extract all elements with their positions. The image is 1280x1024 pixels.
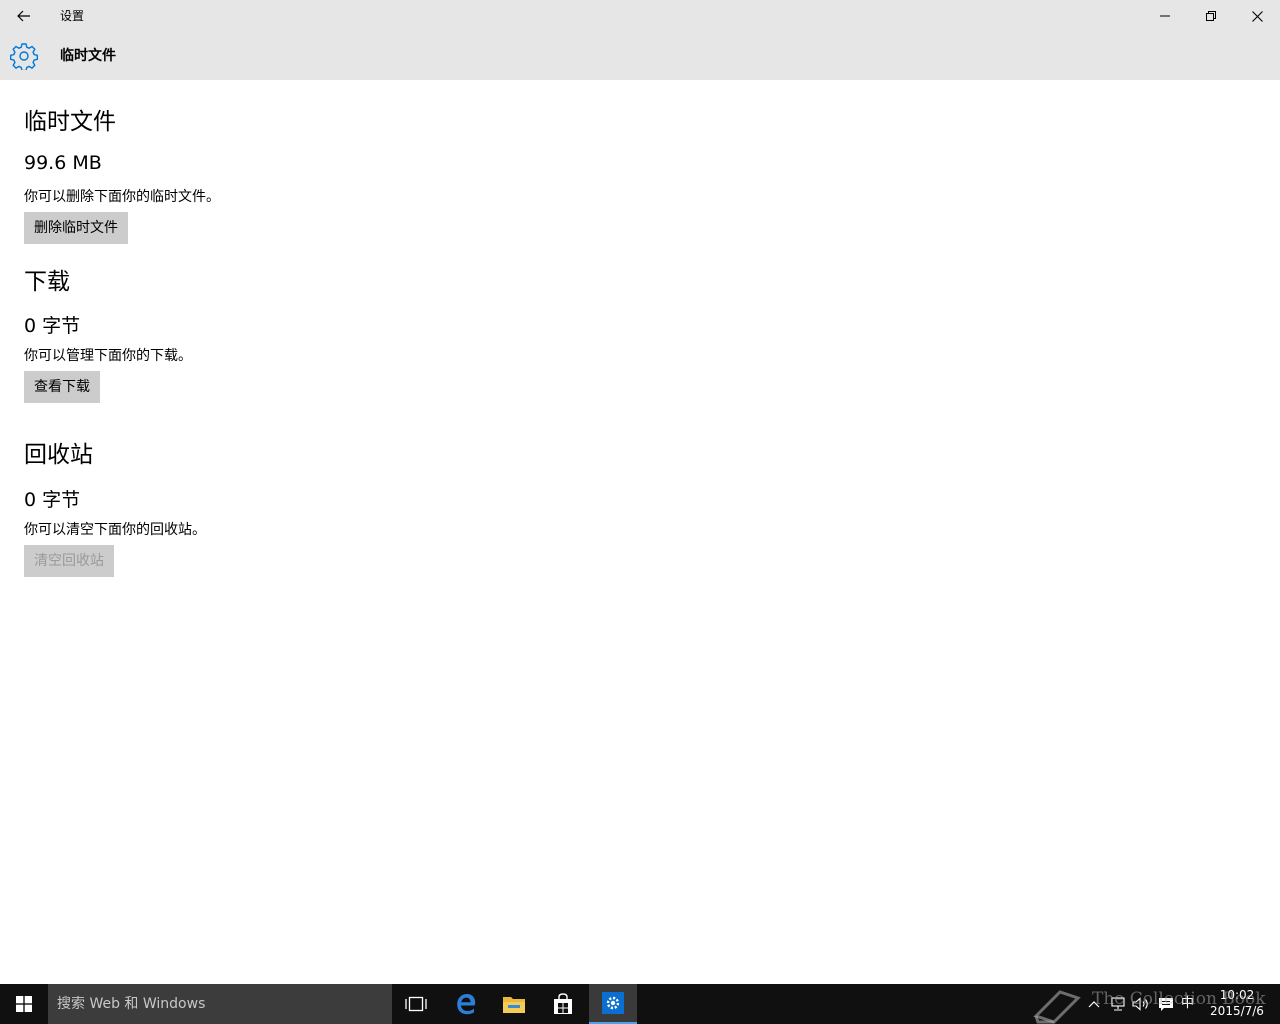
book-icon bbox=[1033, 990, 1081, 1024]
page-header: 临时文件 bbox=[0, 32, 1280, 80]
section-title: 回收站 bbox=[24, 442, 93, 468]
section-title: 下载 bbox=[24, 269, 70, 295]
file-explorer-button[interactable] bbox=[490, 984, 538, 1024]
minimize-button[interactable] bbox=[1142, 0, 1188, 32]
taskbar-search-box[interactable]: 搜索 Web 和 Windows bbox=[48, 984, 392, 1024]
minimize-icon bbox=[1160, 15, 1170, 17]
search-placeholder: 搜索 Web 和 Windows bbox=[57, 996, 206, 1012]
settings-icon bbox=[602, 992, 624, 1014]
restore-button[interactable] bbox=[1188, 0, 1234, 32]
section-size: 0 字节 bbox=[24, 489, 81, 511]
section-description: 你可以清空下面你的回收站。 bbox=[24, 522, 206, 538]
section-description: 你可以管理下面你的下载。 bbox=[24, 348, 192, 364]
store-icon bbox=[554, 993, 572, 1014]
start-button[interactable] bbox=[0, 984, 48, 1024]
section-title: 临时文件 bbox=[24, 109, 116, 135]
delete-temp-files-button[interactable]: 删除临时文件 bbox=[24, 212, 128, 244]
file-explorer-icon bbox=[503, 997, 525, 1013]
close-button[interactable] bbox=[1234, 0, 1280, 32]
task-view-icon bbox=[405, 996, 427, 1012]
section-description: 你可以删除下面你的临时文件。 bbox=[24, 189, 220, 205]
title-bar: 设置 bbox=[0, 0, 1280, 32]
gear-icon bbox=[10, 43, 38, 70]
settings-taskbar-button[interactable] bbox=[589, 984, 637, 1024]
section-size: 0 字节 bbox=[24, 315, 81, 337]
store-button[interactable] bbox=[539, 984, 587, 1024]
window-title: 设置 bbox=[60, 9, 85, 23]
restore-icon bbox=[1206, 11, 1216, 21]
view-downloads-button[interactable]: 查看下载 bbox=[24, 371, 100, 403]
empty-recycle-bin-button: 清空回收站 bbox=[24, 545, 114, 577]
section-size: 99.6 MB bbox=[24, 152, 102, 174]
windows-logo-icon bbox=[16, 996, 32, 1012]
task-view-button[interactable] bbox=[392, 984, 440, 1024]
back-arrow-icon bbox=[17, 10, 30, 22]
close-icon bbox=[1251, 10, 1263, 22]
watermark: The Collection Book bbox=[1030, 986, 1280, 1024]
watermark-text: The Collection Book bbox=[1092, 989, 1266, 1009]
back-button[interactable] bbox=[0, 0, 48, 32]
edge-button[interactable] bbox=[442, 984, 490, 1024]
edge-icon bbox=[457, 994, 476, 1015]
page-title: 临时文件 bbox=[60, 48, 116, 64]
